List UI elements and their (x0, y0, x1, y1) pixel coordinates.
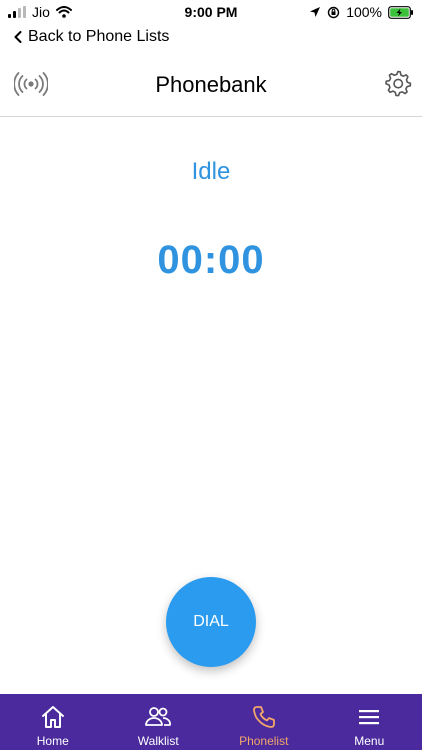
nav-label-home: Home (36, 734, 69, 748)
nav-item-walklist[interactable]: Walklist (106, 694, 212, 750)
chevron-left-icon (14, 31, 22, 43)
battery-charging-icon (388, 5, 413, 19)
gear-icon[interactable] (384, 69, 412, 97)
home-icon (41, 706, 64, 728)
nav-label-menu: Menu (354, 734, 385, 748)
call-timer: 00:00 (157, 238, 265, 282)
location-arrow-icon (310, 7, 321, 17)
status-right: 100% (309, 4, 414, 20)
nav-label-walklist: Walklist (137, 734, 179, 748)
nav-label-phonelist: Phonelist (239, 734, 289, 748)
back-to-phone-lists-link[interactable]: Back to Phone Lists (14, 28, 169, 46)
nav-item-home[interactable]: Home (0, 694, 106, 750)
back-link-label: Back to Phone Lists (28, 28, 170, 45)
nav-item-menu[interactable]: Menu (317, 694, 422, 750)
bottom-nav: Home Walklist Phonelist Menu (0, 694, 422, 750)
phone-icon (252, 706, 275, 728)
page-title: Phonebank (155, 72, 267, 97)
orientation-lock-icon (327, 6, 340, 18)
call-status: Idle (191, 158, 231, 185)
battery-percent: 100% (346, 4, 382, 20)
status-bar: Jio 9:00 PM 100% (0, 0, 422, 26)
users-icon (145, 707, 172, 726)
menu-icon (359, 710, 380, 725)
dial-button[interactable]: DIAL (166, 577, 256, 667)
nav-item-phonelist[interactable]: Phonelist (211, 694, 317, 750)
header: Phonebank (0, 58, 422, 117)
